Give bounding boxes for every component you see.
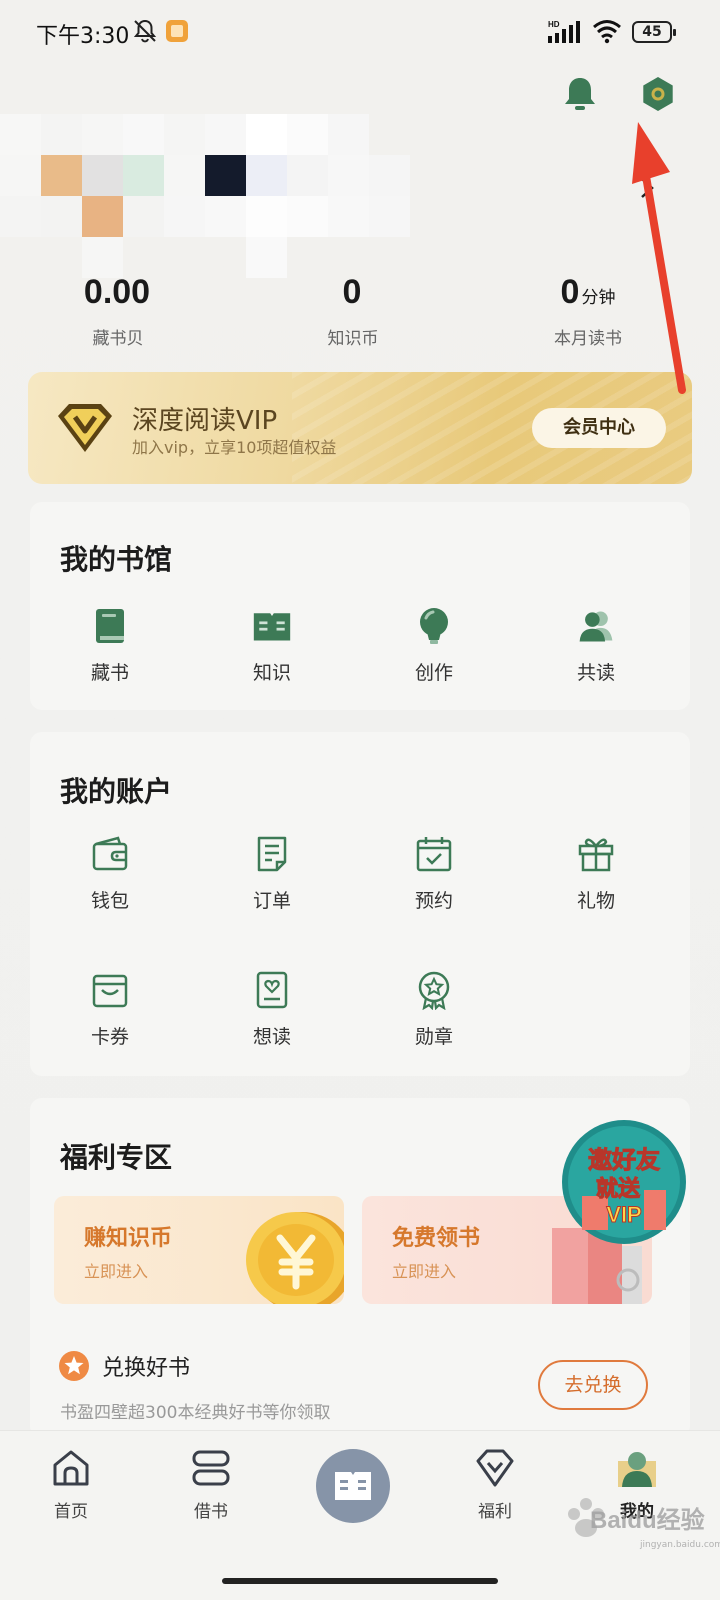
medal-icon (418, 971, 450, 1010)
my-library-card: 我的书馆 藏书 知识 创作 共读 (30, 502, 690, 710)
stat-cangshubei[interactable]: 0.00 藏书贝 (18, 270, 218, 349)
grid-item-gongdu[interactable]: 共读 (546, 606, 646, 685)
exchange-subtitle: 书盈四壁超300本经典好书等你领取 (60, 1403, 331, 1423)
watermark-text: Baidu经验 (590, 1507, 705, 1534)
grid-item-medal[interactable]: 勋章 (384, 970, 484, 1049)
stat-label: 知识币 (327, 329, 379, 349)
reader-icon (335, 1472, 371, 1500)
nav-welfare[interactable]: 福利 (450, 1447, 540, 1522)
stat-value: 0.00 (83, 273, 151, 311)
grid-item-order[interactable]: 订单 (222, 834, 322, 913)
order-icon (257, 836, 287, 872)
home-icon (53, 1450, 89, 1486)
coupon-icon (92, 974, 128, 1008)
grid-label: 创作 (414, 662, 453, 684)
grid-label: 藏书 (90, 662, 129, 684)
signal-icon: HD (548, 20, 580, 43)
home-indicator (222, 1578, 498, 1584)
grid-label: 勋章 (414, 1026, 453, 1048)
grid-label: 想读 (252, 1026, 291, 1048)
vip-banner[interactable]: 深度阅读VIP 加入vip，立享10项超值权益 会员中心 (28, 372, 692, 484)
grid-item-wishlist[interactable]: 想读 (222, 970, 322, 1049)
watermark-url: jingyan.baidu.com (640, 1540, 720, 1550)
people-icon (579, 611, 613, 642)
member-center-button[interactable]: 会员中心 (532, 408, 666, 448)
card-title: 我的账户 (60, 775, 173, 808)
profile-mosaic[interactable] (0, 114, 420, 278)
stat-label: 藏书贝 (92, 329, 144, 349)
grid-item-gift[interactable]: 礼物 (546, 834, 646, 913)
vip-title: 深度阅读VIP (132, 406, 278, 436)
grid-label: 订单 (252, 890, 291, 912)
notification-app-icon (166, 20, 188, 42)
badge-line2: 就送 (596, 1176, 640, 1202)
battery-indicator: 45 (632, 21, 676, 43)
status-bar: 下午3:30 HD 45 (0, 0, 720, 66)
welfare-tile-sub: 立即进入 (392, 1262, 457, 1281)
wifi-icon (593, 20, 621, 44)
exchange-button[interactable]: 去兑换 (538, 1360, 648, 1410)
star-icon (59, 1351, 89, 1381)
grid-item-chuangzuo[interactable]: 创作 (384, 606, 484, 685)
nav-borrow[interactable]: 借书 (166, 1447, 256, 1522)
wishlist-icon (256, 971, 288, 1009)
stats-row: 0.00 藏书贝 0 知识币 0 分钟 本月读书 (0, 270, 720, 350)
nav-label: 首页 (54, 1502, 88, 1522)
grid-label: 预约 (414, 890, 453, 912)
earn-coins-tile[interactable]: 赚知识币 立即进入 (54, 1196, 344, 1304)
borrow-icon (192, 1450, 230, 1486)
grid-item-coupon[interactable]: 卡券 (60, 970, 160, 1049)
exchange-title: 兑换好书 (102, 1356, 191, 1381)
stat-zhishibi[interactable]: 0 知识币 (253, 270, 453, 349)
gift-icon (578, 838, 614, 872)
settings-gear-icon[interactable] (638, 74, 678, 114)
diamond-icon (476, 1449, 514, 1487)
notification-bell-icon[interactable] (560, 74, 600, 114)
grid-item-reservation[interactable]: 预约 (384, 834, 484, 913)
grid-label: 知识 (252, 662, 291, 684)
vip-diamond-icon (58, 404, 112, 452)
wallet-icon (92, 836, 128, 871)
badge-line1: 邀好友 (588, 1146, 660, 1174)
gold-coin-icon (246, 1212, 344, 1304)
profile-icon (618, 1452, 656, 1487)
card-title: 福利专区 (60, 1141, 173, 1174)
nav-home[interactable]: 首页 (26, 1447, 116, 1522)
grid-label: 钱包 (90, 890, 129, 912)
my-account-card: 我的账户 钱包 订单 预约 礼物 卡券 想读 勋章 (30, 732, 690, 1076)
grid-label: 礼物 (576, 890, 615, 912)
nav-label: 借书 (194, 1502, 228, 1522)
stat-value: 0 (342, 273, 362, 311)
status-time: 下午3:30 (36, 24, 130, 49)
bell-off-icon (133, 19, 157, 43)
card-title: 我的书馆 (60, 543, 173, 576)
grid-label: 卡券 (90, 1026, 129, 1048)
vip-subtitle: 加入vip，立享10项超值权益 (132, 438, 337, 457)
welfare-tile-title: 赚知识币 (84, 1226, 173, 1251)
book-icon (96, 609, 124, 643)
calendar-check-icon (416, 837, 452, 872)
badge-line3: VIP (606, 1202, 641, 1227)
welfare-tile-sub: 立即进入 (84, 1262, 149, 1281)
welfare-tile-title: 免费领书 (392, 1226, 481, 1251)
lightbulb-icon (420, 608, 448, 644)
grid-item-wallet[interactable]: 钱包 (60, 834, 160, 913)
invite-friends-badge[interactable]: 邀好友 就送 VIP (560, 1118, 688, 1246)
hd-text: HD (548, 20, 560, 29)
annotation-arrow (632, 122, 686, 394)
grid-item-zhishi[interactable]: 知识 (222, 606, 322, 685)
open-book-icon (253, 613, 291, 641)
grid-label: 共读 (576, 662, 615, 684)
nav-label: 福利 (478, 1502, 512, 1522)
nav-reader[interactable] (316, 1449, 390, 1523)
grid-item-cangshu[interactable]: 藏书 (60, 606, 160, 685)
